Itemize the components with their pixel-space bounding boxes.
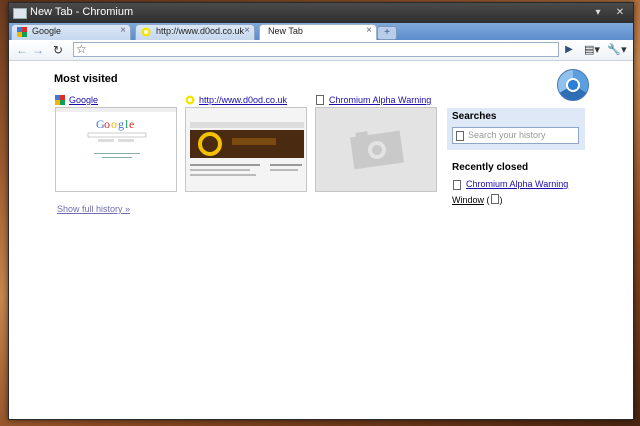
recently-closed-heading: Recently closed xyxy=(452,162,529,173)
window-title: New Tab - Chromium xyxy=(30,6,134,18)
search-placeholder: Search your history xyxy=(468,130,546,140)
star-icon[interactable]: ☆ xyxy=(76,42,87,56)
page-icon xyxy=(456,131,464,141)
most-visited-link-d0od[interactable]: http://www.d0od.co.uk xyxy=(199,95,287,105)
tab-d0od[interactable]: http://www.d0od.co.uk × xyxy=(135,24,255,40)
thumbnail-google[interactable]: G o o g l e xyxy=(55,107,177,192)
camera-placeholder-icon xyxy=(350,130,404,170)
recently-closed-item[interactable]: Chromium Alpha Warning xyxy=(466,179,568,189)
tab-label: Google xyxy=(32,26,62,36)
reload-icon[interactable]: ↻ xyxy=(51,42,65,58)
minimize-button[interactable]: ▾ xyxy=(591,6,605,19)
chromium-logo xyxy=(557,69,589,101)
tab-strip: Google × http://www.d0od.co.uk × New Tab… xyxy=(9,23,633,40)
recently-closed-window[interactable]: Window () xyxy=(452,194,503,205)
browser-window: New Tab - Chromium ▾ ✕ Google × http://w… xyxy=(8,2,634,420)
address-bar[interactable]: ☆ xyxy=(73,42,559,57)
new-tab-button[interactable]: + xyxy=(377,26,397,40)
back-arrow-icon[interactable]: ← xyxy=(15,42,29,58)
paren-open: ( xyxy=(486,195,490,205)
page-icon xyxy=(490,194,499,204)
tab-new-tab[interactable]: New Tab × xyxy=(259,24,377,40)
tab-close-icon[interactable]: × xyxy=(120,25,126,36)
page-icon xyxy=(453,180,461,190)
new-tab-page: Most visited Google G o o g l e http://w… xyxy=(9,61,633,419)
searches-panel: Searches Search your history xyxy=(447,108,585,150)
close-window-button[interactable]: ✕ xyxy=(613,6,627,19)
google-favicon xyxy=(55,95,65,105)
title-bar[interactable]: New Tab - Chromium ▾ ✕ xyxy=(9,3,633,23)
tab-label: New Tab xyxy=(268,26,303,36)
wrench-icon[interactable]: 🔧▾ xyxy=(607,42,627,58)
tab-close-icon[interactable]: × xyxy=(244,25,250,36)
tab-close-icon[interactable]: × xyxy=(366,25,372,36)
show-full-history-link[interactable]: Show full history » xyxy=(57,204,130,214)
search-history-input[interactable]: Search your history xyxy=(452,127,579,144)
window-label[interactable]: Window xyxy=(452,195,484,205)
ubuntu-favicon xyxy=(141,27,151,37)
searches-heading: Searches xyxy=(452,111,497,122)
page-icon xyxy=(316,95,324,105)
most-visited-heading: Most visited xyxy=(54,73,118,85)
svg-text:o: o xyxy=(104,117,110,131)
page-menu-icon[interactable]: ▤▾ xyxy=(583,42,601,58)
svg-text:g: g xyxy=(118,117,124,131)
toolbar: ← → ↻ ☆ ▶ ▤▾ 🔧▾ xyxy=(9,40,633,61)
svg-text:e: e xyxy=(129,117,134,131)
google-thumbnail-image: G o o g l e xyxy=(56,108,176,158)
google-favicon xyxy=(17,27,27,37)
play-icon[interactable]: ▶ xyxy=(563,42,575,58)
svg-text:o: o xyxy=(111,117,117,131)
thumbnail-chromium-alpha[interactable] xyxy=(315,107,437,192)
most-visited-link-google[interactable]: Google xyxy=(69,95,98,105)
paren-close: ) xyxy=(499,195,503,205)
ubuntu-favicon xyxy=(185,95,195,105)
tab-google[interactable]: Google × xyxy=(11,24,131,40)
d0od-thumbnail-image xyxy=(186,108,306,191)
thumbnail-d0od[interactable] xyxy=(185,107,307,192)
window-icon xyxy=(13,8,27,19)
tab-label: http://www.d0od.co.uk xyxy=(156,26,245,36)
forward-arrow-icon[interactable]: → xyxy=(31,42,45,58)
most-visited-link-chromium-alpha[interactable]: Chromium Alpha Warning xyxy=(329,95,431,105)
